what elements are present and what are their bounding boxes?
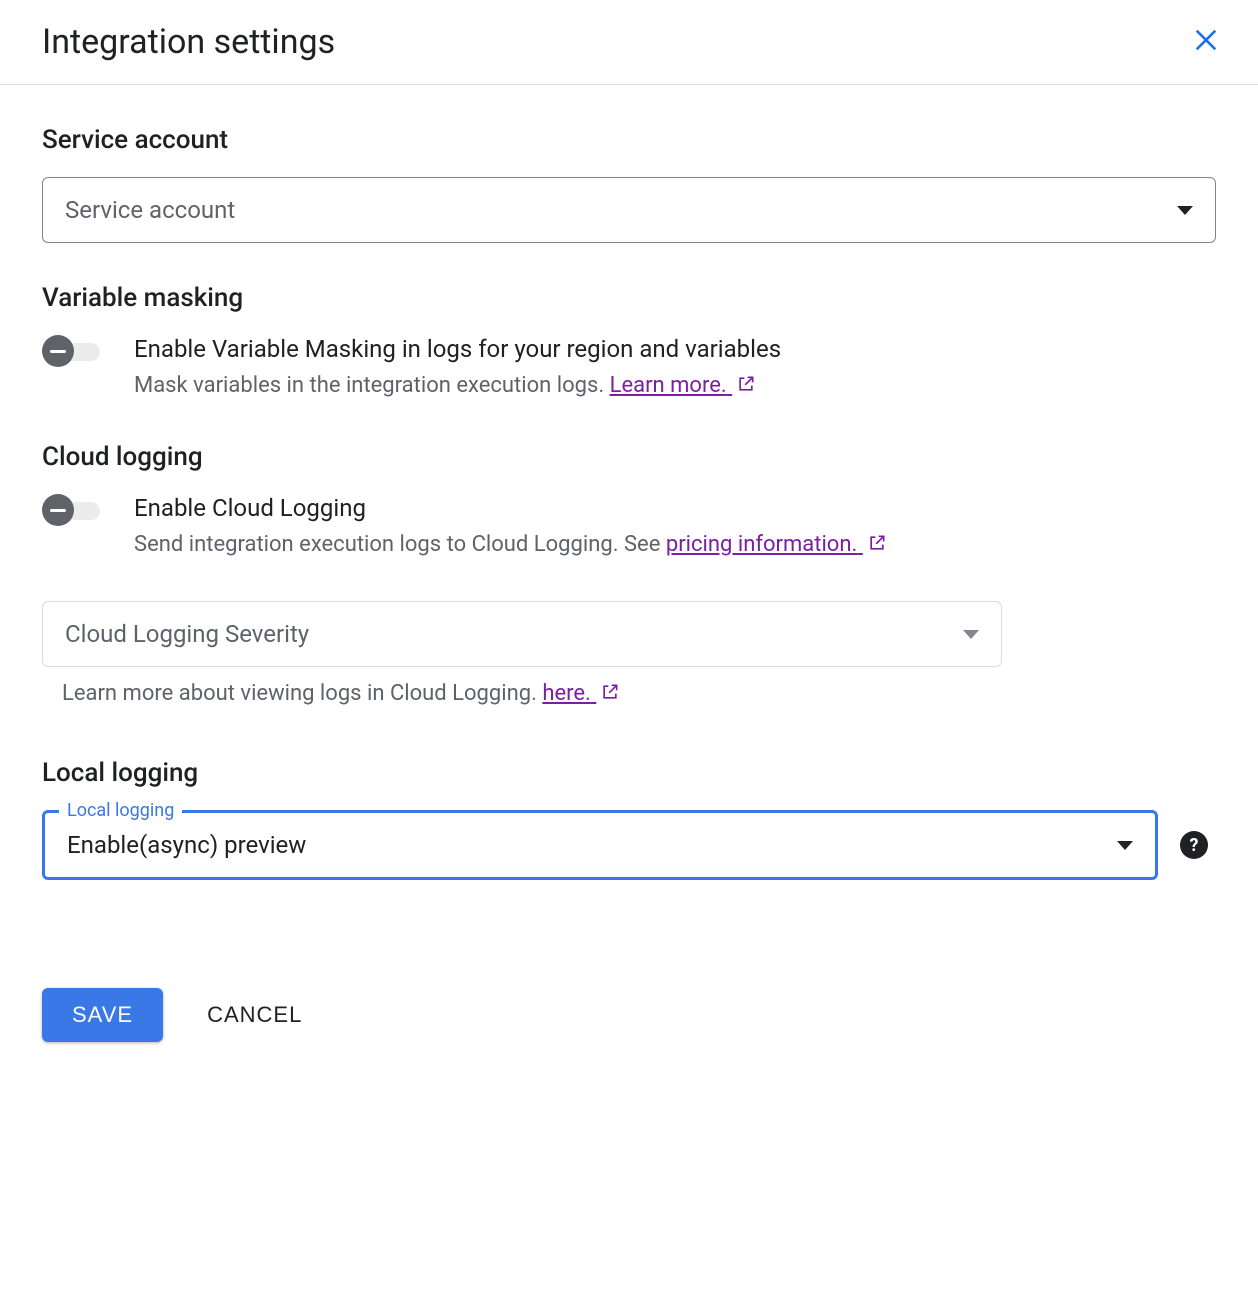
cloud-logging-texts: Enable Cloud Logging Send integration ex… bbox=[134, 494, 1216, 561]
dialog-header: Integration settings bbox=[0, 0, 1258, 85]
save-button[interactable]: SAVE bbox=[42, 988, 163, 1042]
service-account-select[interactable]: Service account bbox=[42, 177, 1216, 243]
local-logging-floating-label: Local logging bbox=[59, 800, 182, 821]
help-icon[interactable]: ? bbox=[1180, 831, 1208, 859]
cloud-logging-desc-text: Send integration execution logs to Cloud… bbox=[134, 532, 666, 557]
severity-placeholder: Cloud Logging Severity bbox=[65, 620, 309, 648]
toggle-knob bbox=[42, 335, 74, 367]
learn-more-text: Learn more. bbox=[610, 373, 727, 398]
variable-masking-label: Enable Variable Masking in logs for your… bbox=[134, 335, 1216, 363]
cloud-logging-row: Enable Cloud Logging Send integration ex… bbox=[42, 494, 1216, 561]
variable-masking-learn-more-link[interactable]: Learn more. bbox=[610, 373, 757, 398]
variable-masking-desc: Mask variables in the integration execut… bbox=[134, 369, 1216, 402]
external-link-icon bbox=[736, 374, 756, 394]
cloud-logging-severity-select[interactable]: Cloud Logging Severity bbox=[42, 601, 1002, 667]
service-account-placeholder: Service account bbox=[65, 196, 235, 224]
variable-masking-row: Enable Variable Masking in logs for your… bbox=[42, 335, 1216, 402]
cloud-logging-heading: Cloud logging bbox=[42, 442, 1216, 472]
chevron-down-icon bbox=[1177, 206, 1193, 215]
local-logging-value: Enable(async) preview bbox=[67, 831, 306, 859]
chevron-down-icon bbox=[963, 630, 979, 639]
variable-masking-heading: Variable masking bbox=[42, 283, 1216, 313]
local-logging-row: Local logging Enable(async) preview ? bbox=[42, 810, 1216, 880]
helper-prefix: Learn more about viewing logs in Cloud L… bbox=[62, 681, 542, 706]
cloud-logging-label: Enable Cloud Logging bbox=[134, 494, 1216, 522]
here-link-text: here. bbox=[542, 681, 591, 706]
cloud-logging-desc: Send integration execution logs to Cloud… bbox=[134, 528, 1216, 561]
variable-masking-toggle[interactable] bbox=[42, 339, 108, 363]
service-account-heading: Service account bbox=[42, 125, 1216, 155]
dialog-footer: SAVE CANCEL bbox=[42, 988, 1216, 1042]
dialog-title: Integration settings bbox=[42, 22, 335, 62]
external-link-icon bbox=[600, 682, 620, 702]
dialog-content: Service account Service account Variable… bbox=[0, 85, 1258, 1082]
variable-masking-texts: Enable Variable Masking in logs for your… bbox=[134, 335, 1216, 402]
pricing-information-link[interactable]: pricing information. bbox=[666, 532, 887, 557]
pricing-link-text: pricing information. bbox=[666, 532, 857, 557]
cancel-button[interactable]: CANCEL bbox=[207, 1002, 302, 1028]
toggle-knob bbox=[42, 494, 74, 526]
external-link-icon bbox=[867, 533, 887, 553]
cloud-logging-helper: Learn more about viewing logs in Cloud L… bbox=[42, 681, 1216, 706]
variable-masking-desc-text: Mask variables in the integration execut… bbox=[134, 373, 610, 398]
local-logging-heading: Local logging bbox=[42, 758, 1216, 788]
cloud-logging-here-link[interactable]: here. bbox=[542, 681, 620, 706]
local-logging-select[interactable]: Local logging Enable(async) preview bbox=[42, 810, 1158, 880]
chevron-down-icon bbox=[1117, 841, 1133, 850]
cloud-logging-toggle[interactable] bbox=[42, 498, 108, 522]
close-icon[interactable] bbox=[1192, 24, 1220, 60]
